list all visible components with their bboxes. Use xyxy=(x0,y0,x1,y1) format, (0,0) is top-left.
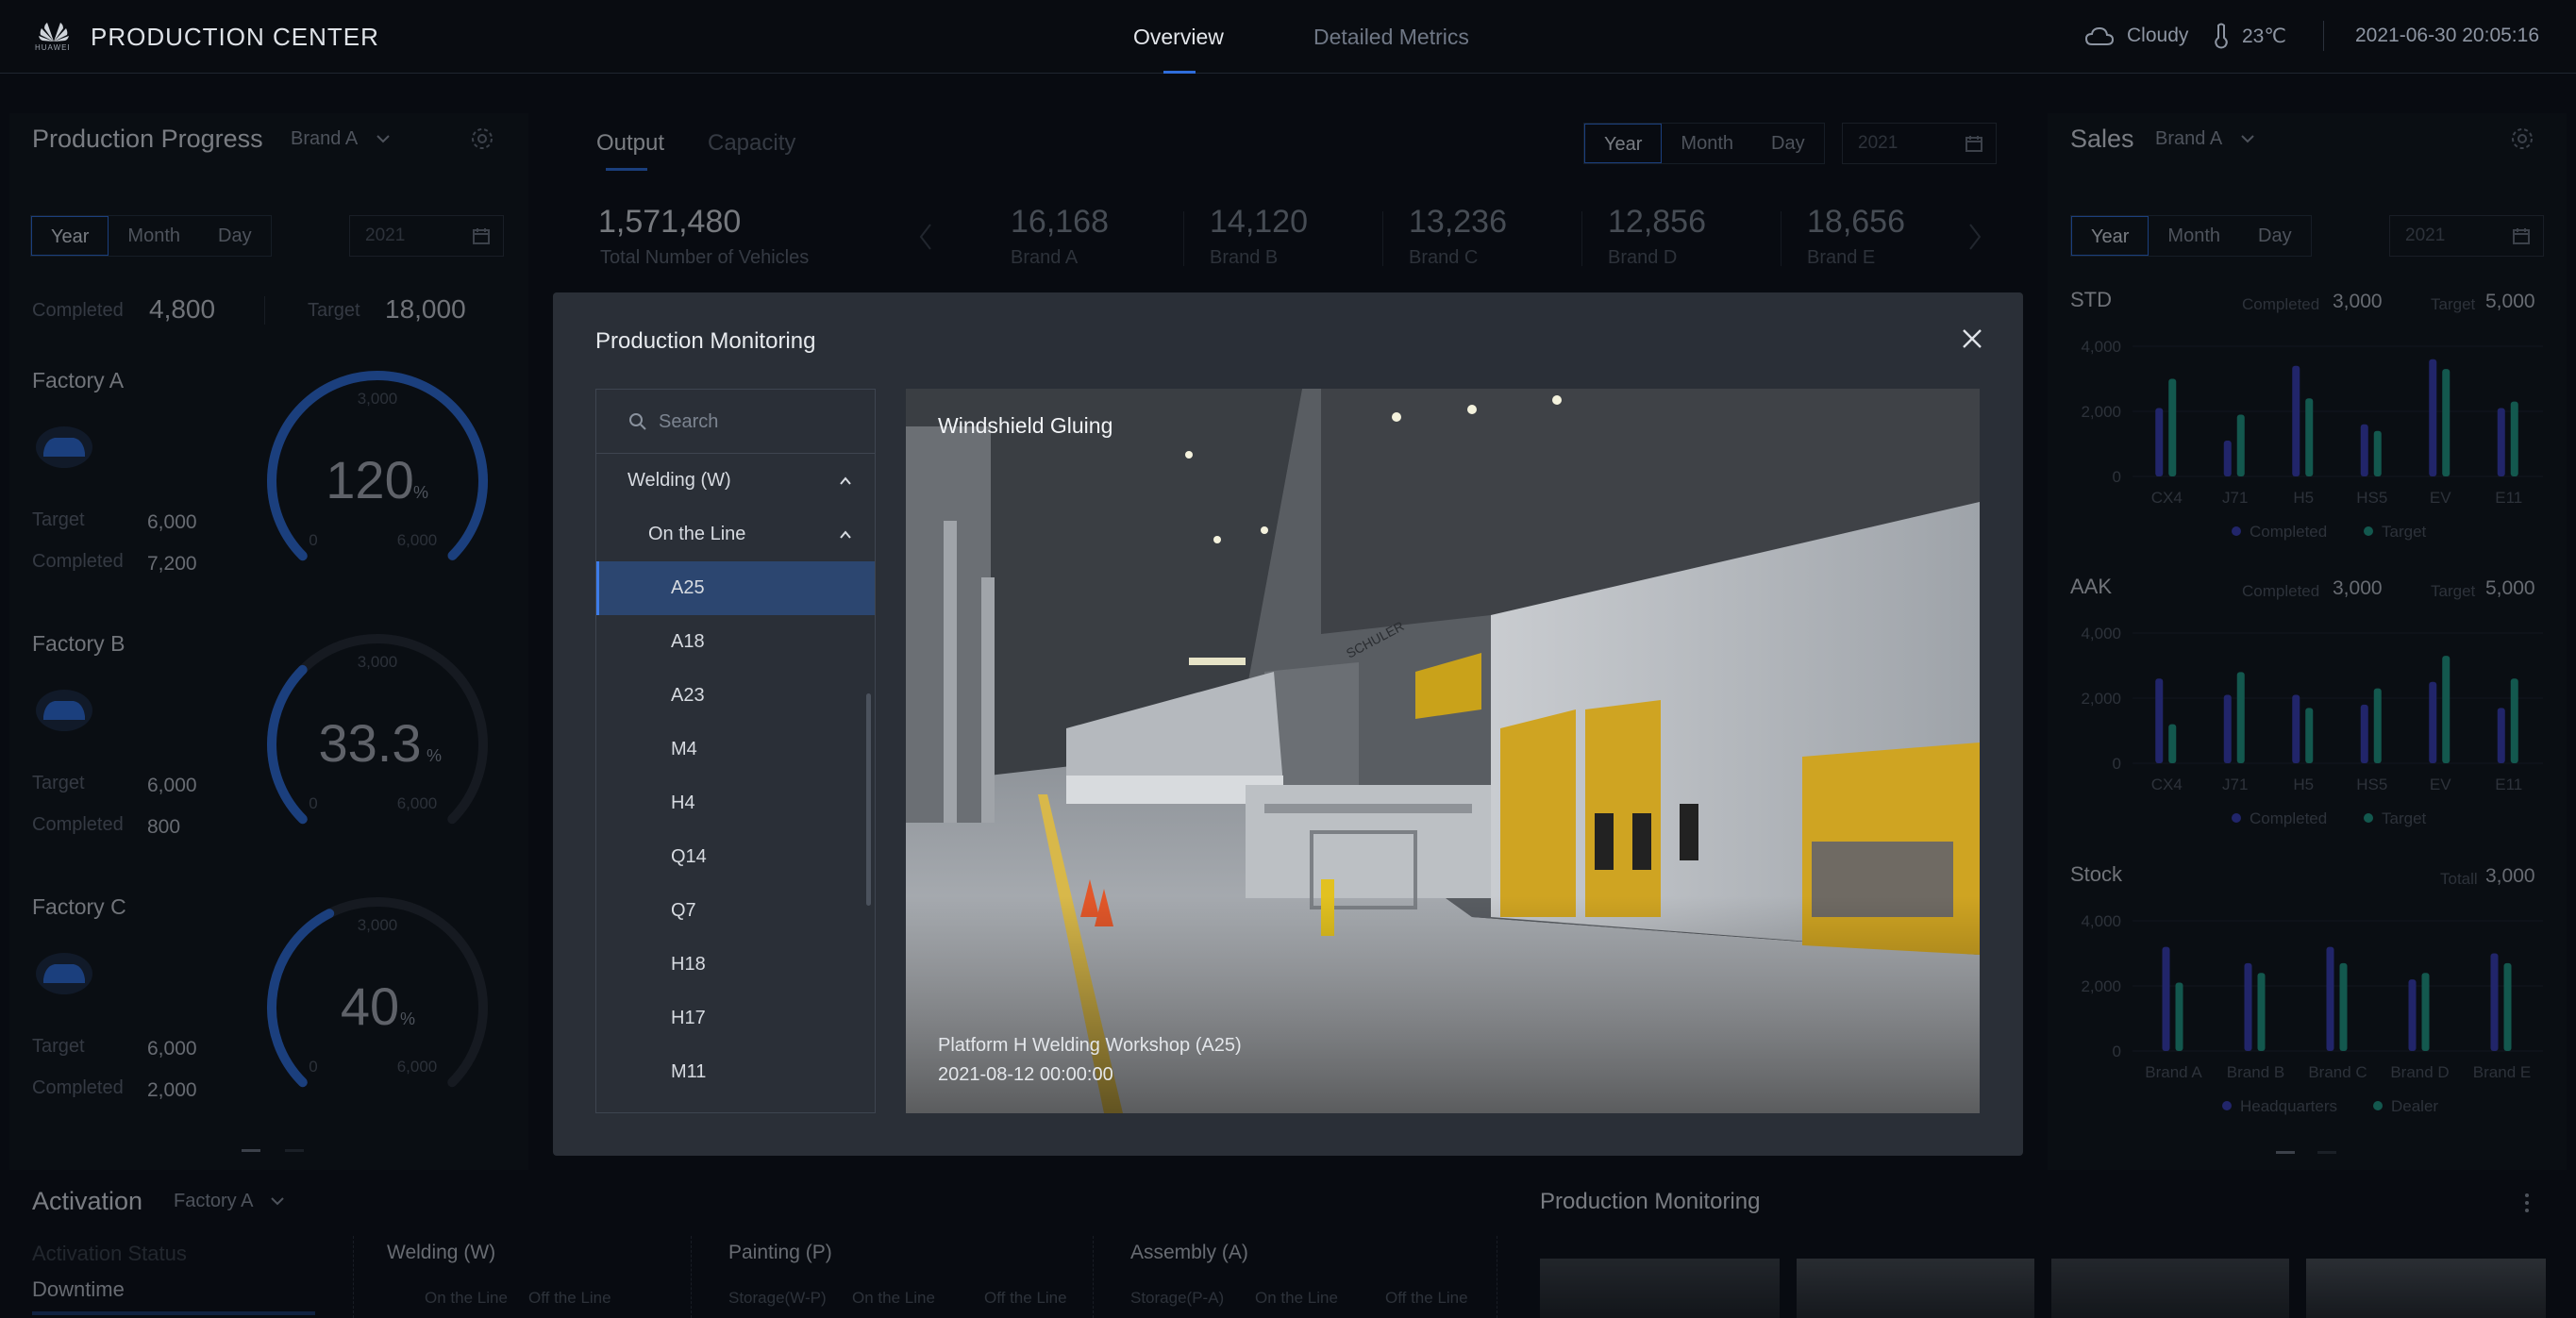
tree-item-q7[interactable]: Q7 xyxy=(596,884,875,938)
tree-item-q14[interactable]: Q14 xyxy=(596,830,875,884)
header-divider xyxy=(2323,21,2324,51)
weather-text: Cloudy xyxy=(2127,25,2189,46)
modal-title: Production Monitoring xyxy=(595,328,816,354)
datetime-text: 2021-06-30 20:05:16 xyxy=(2355,25,2539,46)
tree-group-label: Welding (W) xyxy=(627,470,731,491)
chevron-up-icon[interactable] xyxy=(839,475,852,488)
close-icon[interactable] xyxy=(1960,326,1984,351)
app-title: PRODUCTION CENTER xyxy=(91,23,379,51)
tree-item-m11[interactable]: M11 xyxy=(596,1045,875,1099)
tab-detailed-metrics[interactable]: Detailed Metrics xyxy=(1313,25,1469,50)
tree-item-a18[interactable]: A18 xyxy=(596,615,875,669)
thermometer-icon xyxy=(2215,23,2228,49)
tree-subgroup-label: On the Line xyxy=(648,524,746,544)
tree-scrollbar[interactable] xyxy=(866,693,871,906)
production-monitoring-modal: Production Monitoring Welding (W) On the… xyxy=(553,292,2023,1156)
camera-feed[interactable]: SCHULER Windshield Gluing Platform H Wel… xyxy=(906,389,1980,1113)
tree-item-m4[interactable]: M4 xyxy=(596,723,875,776)
app-root: HUAWEI PRODUCTION CENTER Overview Detail… xyxy=(0,0,2576,1318)
search-icon xyxy=(629,413,646,430)
tab-overview[interactable]: Overview xyxy=(1133,25,1224,50)
logo-text: HUAWEI xyxy=(35,43,71,52)
chevron-up-icon[interactable] xyxy=(839,528,852,542)
top-header: HUAWEI PRODUCTION CENTER Overview Detail… xyxy=(0,0,2576,74)
tree-item-h4[interactable]: H4 xyxy=(596,776,875,830)
cloud-icon xyxy=(2085,26,2114,45)
tree-item-h18[interactable]: H18 xyxy=(596,938,875,992)
tree-search xyxy=(596,390,875,454)
camera-title: Windshield Gluing xyxy=(938,413,1113,438)
factory-photo: SCHULER xyxy=(906,389,1980,1113)
temperature-text: 23℃ xyxy=(2242,25,2286,47)
tree-group-welding[interactable]: Welding (W) xyxy=(596,454,875,508)
tree-item-a25[interactable]: A25 xyxy=(596,561,875,615)
camera-caption: Platform H Welding Workshop (A25) xyxy=(938,1035,1242,1056)
tree-subgroup-on-the-line[interactable]: On the Line xyxy=(596,508,875,561)
camera-timestamp: 2021-08-12 00:00:00 xyxy=(938,1064,1113,1085)
tree-item-a23[interactable]: A23 xyxy=(596,669,875,723)
camera-tree: Welding (W) On the Line A25A18A23M4H4Q14… xyxy=(595,389,876,1113)
search-input[interactable] xyxy=(659,409,847,435)
tree-item-h17[interactable]: H17 xyxy=(596,992,875,1045)
